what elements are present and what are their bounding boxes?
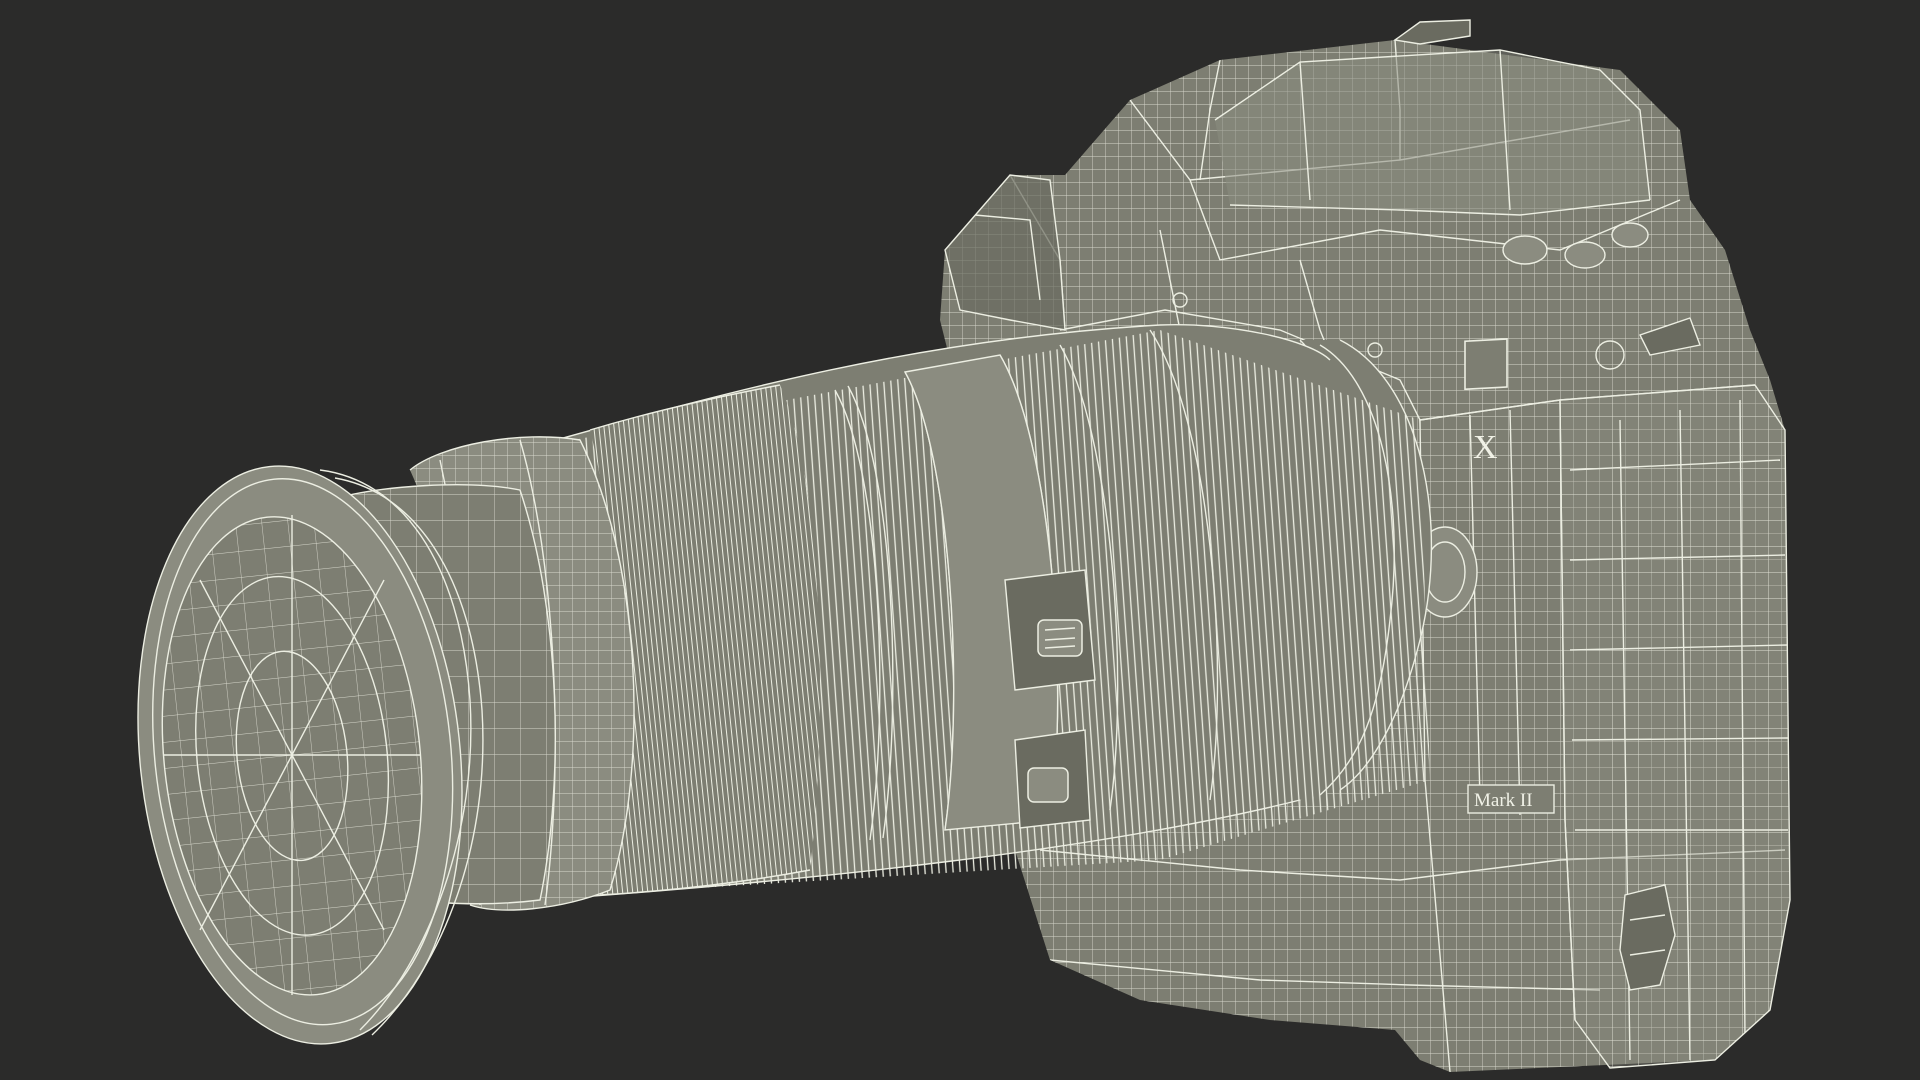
- model-label: Mark II: [1467, 784, 1555, 814]
- hand-grip: [1559, 384, 1791, 1069]
- badge-letter: X: [1473, 429, 1498, 466]
- model-label-text: Mark II: [1474, 790, 1533, 811]
- render-viewport: X Mark II: [0, 0, 1920, 1080]
- mount-housing: [944, 174, 1066, 331]
- hot-shoe: [1393, 19, 1471, 45]
- viewfinder-housing: [1214, 49, 1651, 216]
